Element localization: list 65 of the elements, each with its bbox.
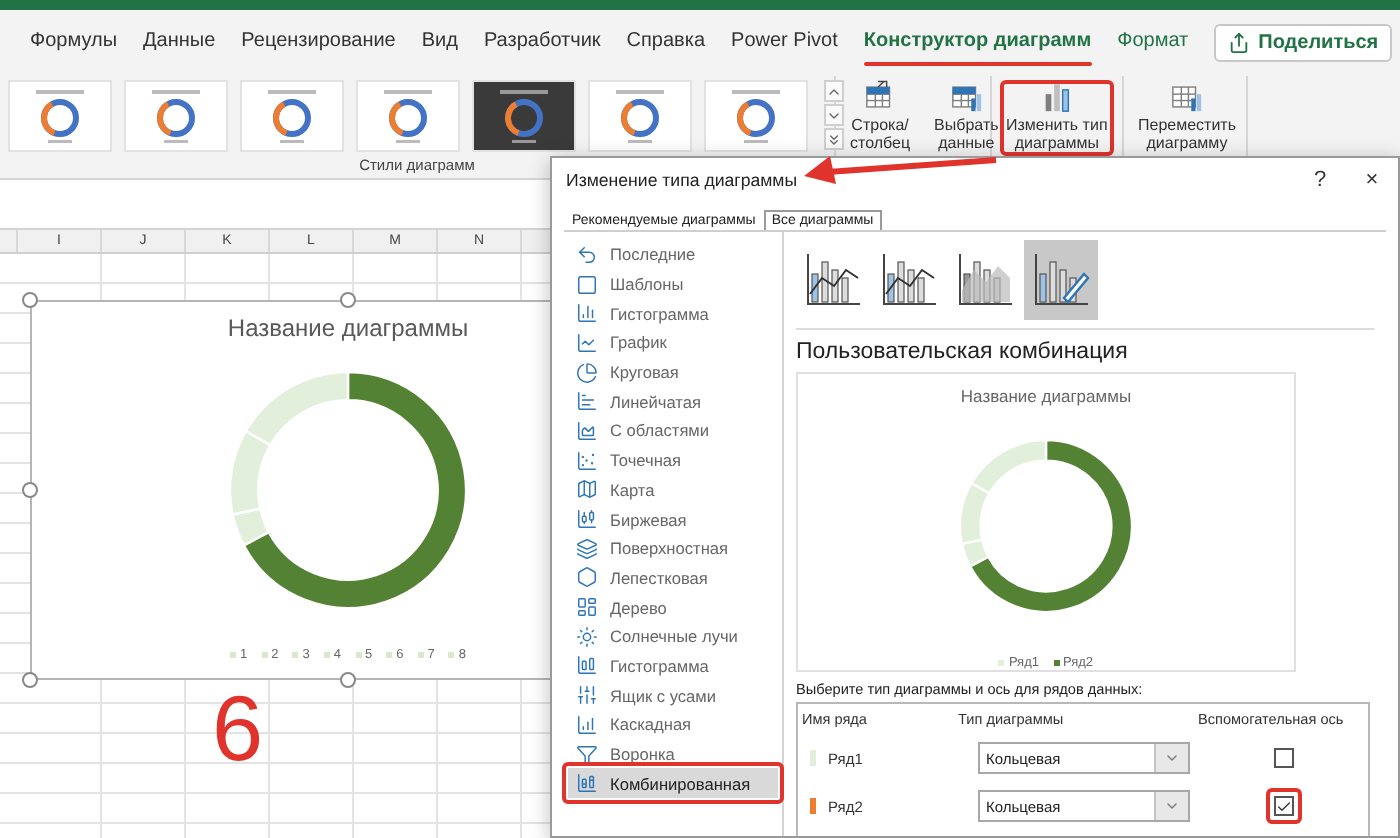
chart-style-thumbnail[interactable] [588, 80, 692, 152]
funnel-icon [576, 743, 598, 766]
resize-handle[interactable] [22, 482, 38, 498]
resize-handle[interactable] [340, 292, 356, 308]
chart-title: Название диаграммы [960, 386, 1132, 406]
bar-line-chart-icon [803, 250, 863, 310]
checkbox[interactable] [1273, 796, 1293, 816]
chart-style-thumbnail[interactable] [8, 80, 112, 152]
chart-type-item[interactable]: Воронка [568, 739, 778, 769]
area-chart-icon [576, 419, 598, 442]
ribbon-tab[interactable]: Рецензирование [241, 21, 396, 65]
chart-type-item[interactable]: Каскадная [568, 710, 778, 740]
treemap-icon [576, 596, 598, 619]
share-button[interactable]: Поделиться [1214, 24, 1393, 62]
ribbon-tab[interactable]: Данные [143, 21, 216, 65]
ribbon-button[interactable]: Выбрать данные [928, 80, 1005, 156]
ribbon-button[interactable]: Переместить диаграмму [1132, 80, 1243, 156]
undo-icon [576, 243, 598, 266]
ribbon-tab[interactable]: Справка [626, 21, 706, 65]
ribbon-button[interactable]: Строка/ столбец [844, 80, 917, 156]
pie-chart-icon [576, 361, 598, 384]
chevron-down-icon [1164, 750, 1180, 766]
chart-style-thumbnail[interactable] [124, 80, 228, 152]
ribbon-tab[interactable]: Конструктор диаграмм [863, 21, 1092, 65]
combo-chart-icon [576, 772, 598, 795]
ribbon-tab[interactable]: Вид [421, 21, 458, 65]
share-icon [1228, 32, 1251, 54]
gallery-more-button[interactable] [824, 128, 844, 150]
chart-type-item[interactable]: Ящик с усами [568, 680, 778, 710]
ribbon-tab[interactable]: Разработчик [483, 21, 601, 65]
bar-chart-icon [576, 390, 598, 413]
ribbon-button[interactable]: Изменить тип диаграммы [1000, 80, 1114, 156]
close-button[interactable]: × [1346, 168, 1398, 192]
chevron-down-icon [1164, 798, 1180, 814]
chart-type-item[interactable]: Шаблоны [568, 269, 778, 299]
chart-style-thumbnail[interactable] [356, 80, 460, 152]
chart-type-item[interactable]: Последние [568, 240, 778, 270]
ribbon-tab[interactable]: Формулы [30, 21, 118, 65]
chevrons-down-icon [826, 131, 842, 147]
bar-pencil-icon [1031, 250, 1091, 310]
resize-handle[interactable] [22, 672, 38, 688]
bar-area-chart-icon [955, 250, 1015, 310]
ribbon-tab[interactable]: Power Pivot [731, 21, 838, 65]
chart-type-item[interactable]: Комбинированная [568, 768, 778, 799]
checkbox[interactable] [1273, 748, 1293, 768]
bar-line-chart-icon [879, 250, 939, 310]
resize-handle[interactable] [22, 292, 38, 308]
line-chart-icon [576, 331, 598, 354]
sunburst-icon [576, 625, 598, 648]
column-chart-icon [576, 302, 598, 325]
dialog-title: Изменение типа диаграммы [566, 170, 798, 190]
step-number: 6 [212, 682, 264, 774]
candlestick-chart-icon [576, 508, 598, 531]
chart-style-thumbnail[interactable] [240, 80, 344, 152]
ribbon-tab[interactable]: Формат [1117, 21, 1189, 65]
help-button[interactable]: ? [1294, 168, 1346, 192]
chart-style-thumbnail[interactable] [704, 80, 808, 152]
histogram-icon [576, 654, 598, 677]
scatter-chart-icon [576, 449, 598, 472]
resize-handle[interactable] [340, 672, 356, 688]
chart-title: Название диаграммы [227, 314, 469, 342]
chart-subtype-button[interactable] [1024, 240, 1098, 320]
chart-style-thumbnail[interactable] [472, 80, 576, 152]
subtype-title: Пользовательская комбинация [796, 340, 1130, 364]
map-icon [576, 478, 598, 501]
